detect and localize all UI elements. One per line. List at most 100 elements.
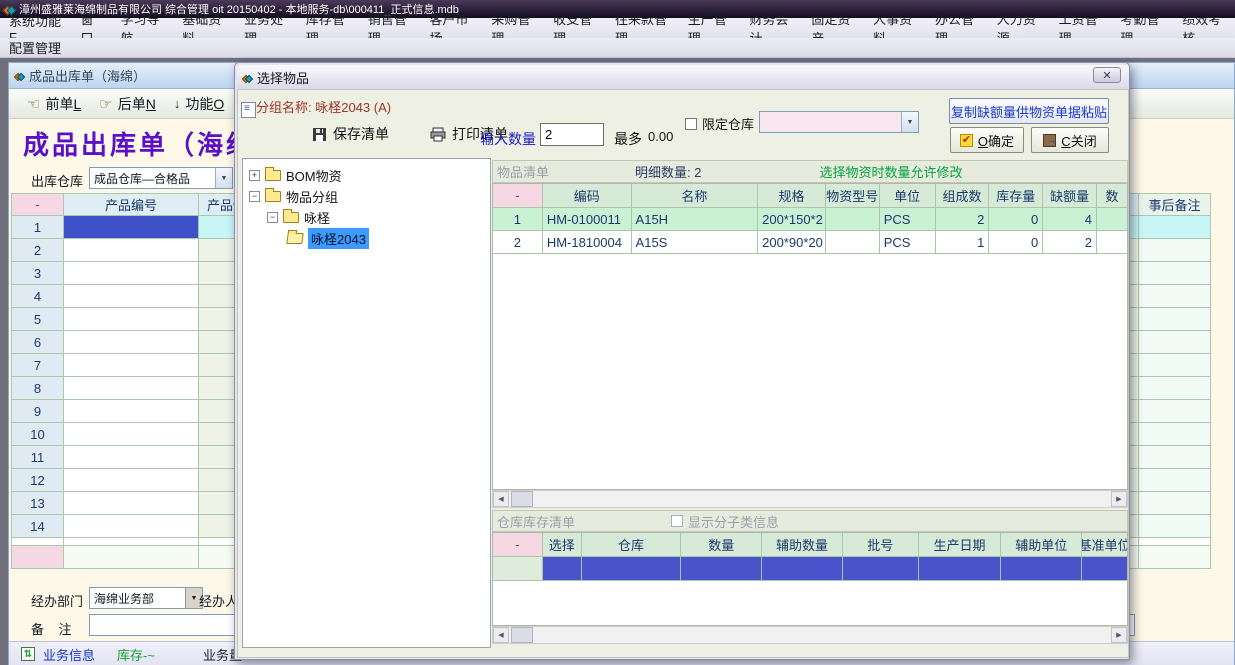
table-cell[interactable] (63, 239, 198, 262)
table-cell[interactable] (1138, 492, 1211, 515)
table-cell[interactable] (63, 492, 198, 515)
table-cell[interactable] (1138, 377, 1211, 400)
table-cell[interactable] (63, 423, 198, 446)
row-number-cell[interactable]: 1 (11, 216, 63, 239)
checkbox-icon[interactable] (685, 118, 697, 130)
row-number-cell[interactable]: 9 (11, 400, 63, 423)
table-cell[interactable] (63, 285, 198, 308)
row-number-cell[interactable]: 7 (11, 354, 63, 377)
table-cell[interactable] (1138, 423, 1211, 446)
row-number-cell[interactable]: 3 (11, 262, 63, 285)
hand-left-icon: ☜ (27, 95, 40, 113)
qty-input[interactable] (540, 123, 604, 146)
table-cell[interactable] (63, 308, 198, 331)
items-table-row[interactable]: 1 HM-0100011 A15H 200*150*2 PCS 2 0 4 (493, 208, 1127, 231)
table-cell[interactable] (63, 354, 198, 377)
row-number-cell[interactable]: 14 (11, 515, 63, 538)
status-business-info[interactable]: 业务信息 (43, 645, 95, 664)
table-cell[interactable] (1138, 446, 1211, 469)
collapse-icon[interactable]: − (267, 212, 278, 223)
table-cell[interactable] (1138, 331, 1211, 354)
table-cell[interactable] (63, 377, 198, 400)
combo-arrow-icon[interactable]: ▼ (901, 112, 918, 132)
select-items-dialog: 选择物品 ✕ 分组名称: 咏柽2043 (A) 保存清单 打印清单 输入数量 最… (234, 62, 1130, 660)
limit-warehouse-value (760, 112, 901, 132)
max-label: 最多 (614, 129, 642, 149)
items-hscrollbar[interactable]: ◀ ▶ (492, 490, 1128, 508)
stock-caption: 仓库库存清单 (497, 512, 575, 531)
stock-panel-header: 仓库库存清单 显示分子类信息 (492, 510, 1128, 532)
row-number-cell[interactable]: 8 (11, 377, 63, 400)
side-note-icon[interactable] (241, 102, 256, 118)
function-menu-button[interactable]: ↓ 功能O (174, 94, 224, 114)
dialog-close-button[interactable]: ✕ (1093, 67, 1121, 83)
next-doc-label: 后单 (118, 96, 146, 112)
close-button[interactable]: C关闭 (1031, 127, 1109, 153)
scroll-left-icon[interactable]: ◀ (493, 491, 509, 507)
table-cell[interactable] (1138, 400, 1211, 423)
scroll-right-icon[interactable]: ▶ (1111, 491, 1127, 507)
limit-warehouse-combobox[interactable]: ▼ (759, 111, 919, 133)
dept-value: 海绵业务部 (90, 588, 185, 608)
show-sub-label: 显示分子类信息 (688, 512, 779, 531)
prev-doc-button[interactable]: ☜ 前单L (27, 94, 81, 114)
limit-warehouse-checkbox[interactable]: 限定仓库 (685, 114, 754, 133)
stock-hscrollbar[interactable]: ◀ ▶ (492, 626, 1128, 644)
scroll-thumb[interactable] (511, 627, 533, 643)
table-cell[interactable] (1138, 515, 1211, 538)
dept-combobox[interactable]: 海绵业务部 ▼ (89, 587, 203, 609)
row-number-cell[interactable]: 6 (11, 331, 63, 354)
save-list-button[interactable]: 保存清单 (312, 124, 389, 144)
tree-node-selected[interactable]: 咏柽2043 (243, 228, 490, 249)
status-stock: 库存-~ (117, 645, 155, 664)
category-tree: + BOM物资 − 物品分组 − 咏柽 咏柽2043 (242, 158, 491, 648)
table-cell[interactable] (63, 331, 198, 354)
table-cell[interactable] (1138, 285, 1211, 308)
stock-table-row[interactable] (493, 557, 1127, 581)
table-cell[interactable] (63, 515, 198, 538)
table-cell[interactable] (1138, 469, 1211, 492)
tree-node-group[interactable]: − 物品分组 (243, 186, 490, 207)
close-label: 关闭 (1071, 134, 1097, 149)
scroll-left-icon[interactable]: ◀ (493, 627, 509, 643)
refresh-doc-icon: ⇅ (21, 647, 35, 661)
row-number-cell[interactable]: 4 (11, 285, 63, 308)
save-list-label: 保存清单 (333, 124, 389, 144)
row-number-cell[interactable]: 2 (11, 239, 63, 262)
screen: 漳州盛雅莱海绵制品有限公司 综合管理 oit 20150402 - 本地服务-d… (0, 0, 1235, 665)
tree-node-label: 咏柽2043 (308, 228, 369, 249)
table-cell[interactable] (1138, 354, 1211, 377)
copy-shortage-button[interactable]: 复制缺额量供物资单据粘贴 (949, 98, 1109, 124)
next-doc-button[interactable]: ☞ 后单N (99, 94, 156, 114)
dialog-titlebar[interactable]: 选择物品 (237, 65, 1129, 89)
show-sub-checkbox[interactable] (671, 515, 683, 527)
warehouse-combobox[interactable]: 成品仓库—合格品 ▼ (89, 167, 233, 189)
table-cell[interactable] (63, 262, 198, 285)
ok-button[interactable]: ✔ O确定 (950, 127, 1024, 153)
row-number-cell[interactable]: 11 (11, 446, 63, 469)
function-label: 功能 (185, 96, 213, 112)
scroll-right-icon[interactable]: ▶ (1111, 627, 1127, 643)
col-remark-header: 事后备注 (1138, 193, 1211, 216)
table-cell[interactable] (1138, 308, 1211, 331)
row-number-cell[interactable]: 10 (11, 423, 63, 446)
items-table-row[interactable]: 2 HM-1810004 A15S 200*90*20 PCS 1 0 2 (493, 231, 1127, 254)
table-cell[interactable] (1138, 262, 1211, 285)
collapse-icon[interactable]: − (249, 191, 260, 202)
table-cell[interactable] (63, 216, 198, 239)
table-cell[interactable] (1138, 239, 1211, 262)
combo-arrow-icon[interactable]: ▼ (215, 168, 232, 188)
menu-item-config[interactable]: 配置管理 (0, 38, 70, 57)
tree-node-yongcheng[interactable]: − 咏柽 (243, 207, 490, 228)
row-number-cell[interactable]: 5 (11, 308, 63, 331)
table-cell[interactable] (63, 400, 198, 423)
row-number-cell[interactable]: 13 (11, 492, 63, 515)
table-cell[interactable] (1138, 216, 1211, 239)
expand-icon[interactable]: + (249, 170, 260, 181)
row-number-cell[interactable]: 12 (11, 469, 63, 492)
scroll-thumb[interactable] (511, 491, 533, 507)
table-cell[interactable] (63, 469, 198, 492)
table-cell[interactable] (63, 446, 198, 469)
tree-node-bom[interactable]: + BOM物资 (243, 165, 490, 186)
folder-icon (283, 212, 299, 223)
